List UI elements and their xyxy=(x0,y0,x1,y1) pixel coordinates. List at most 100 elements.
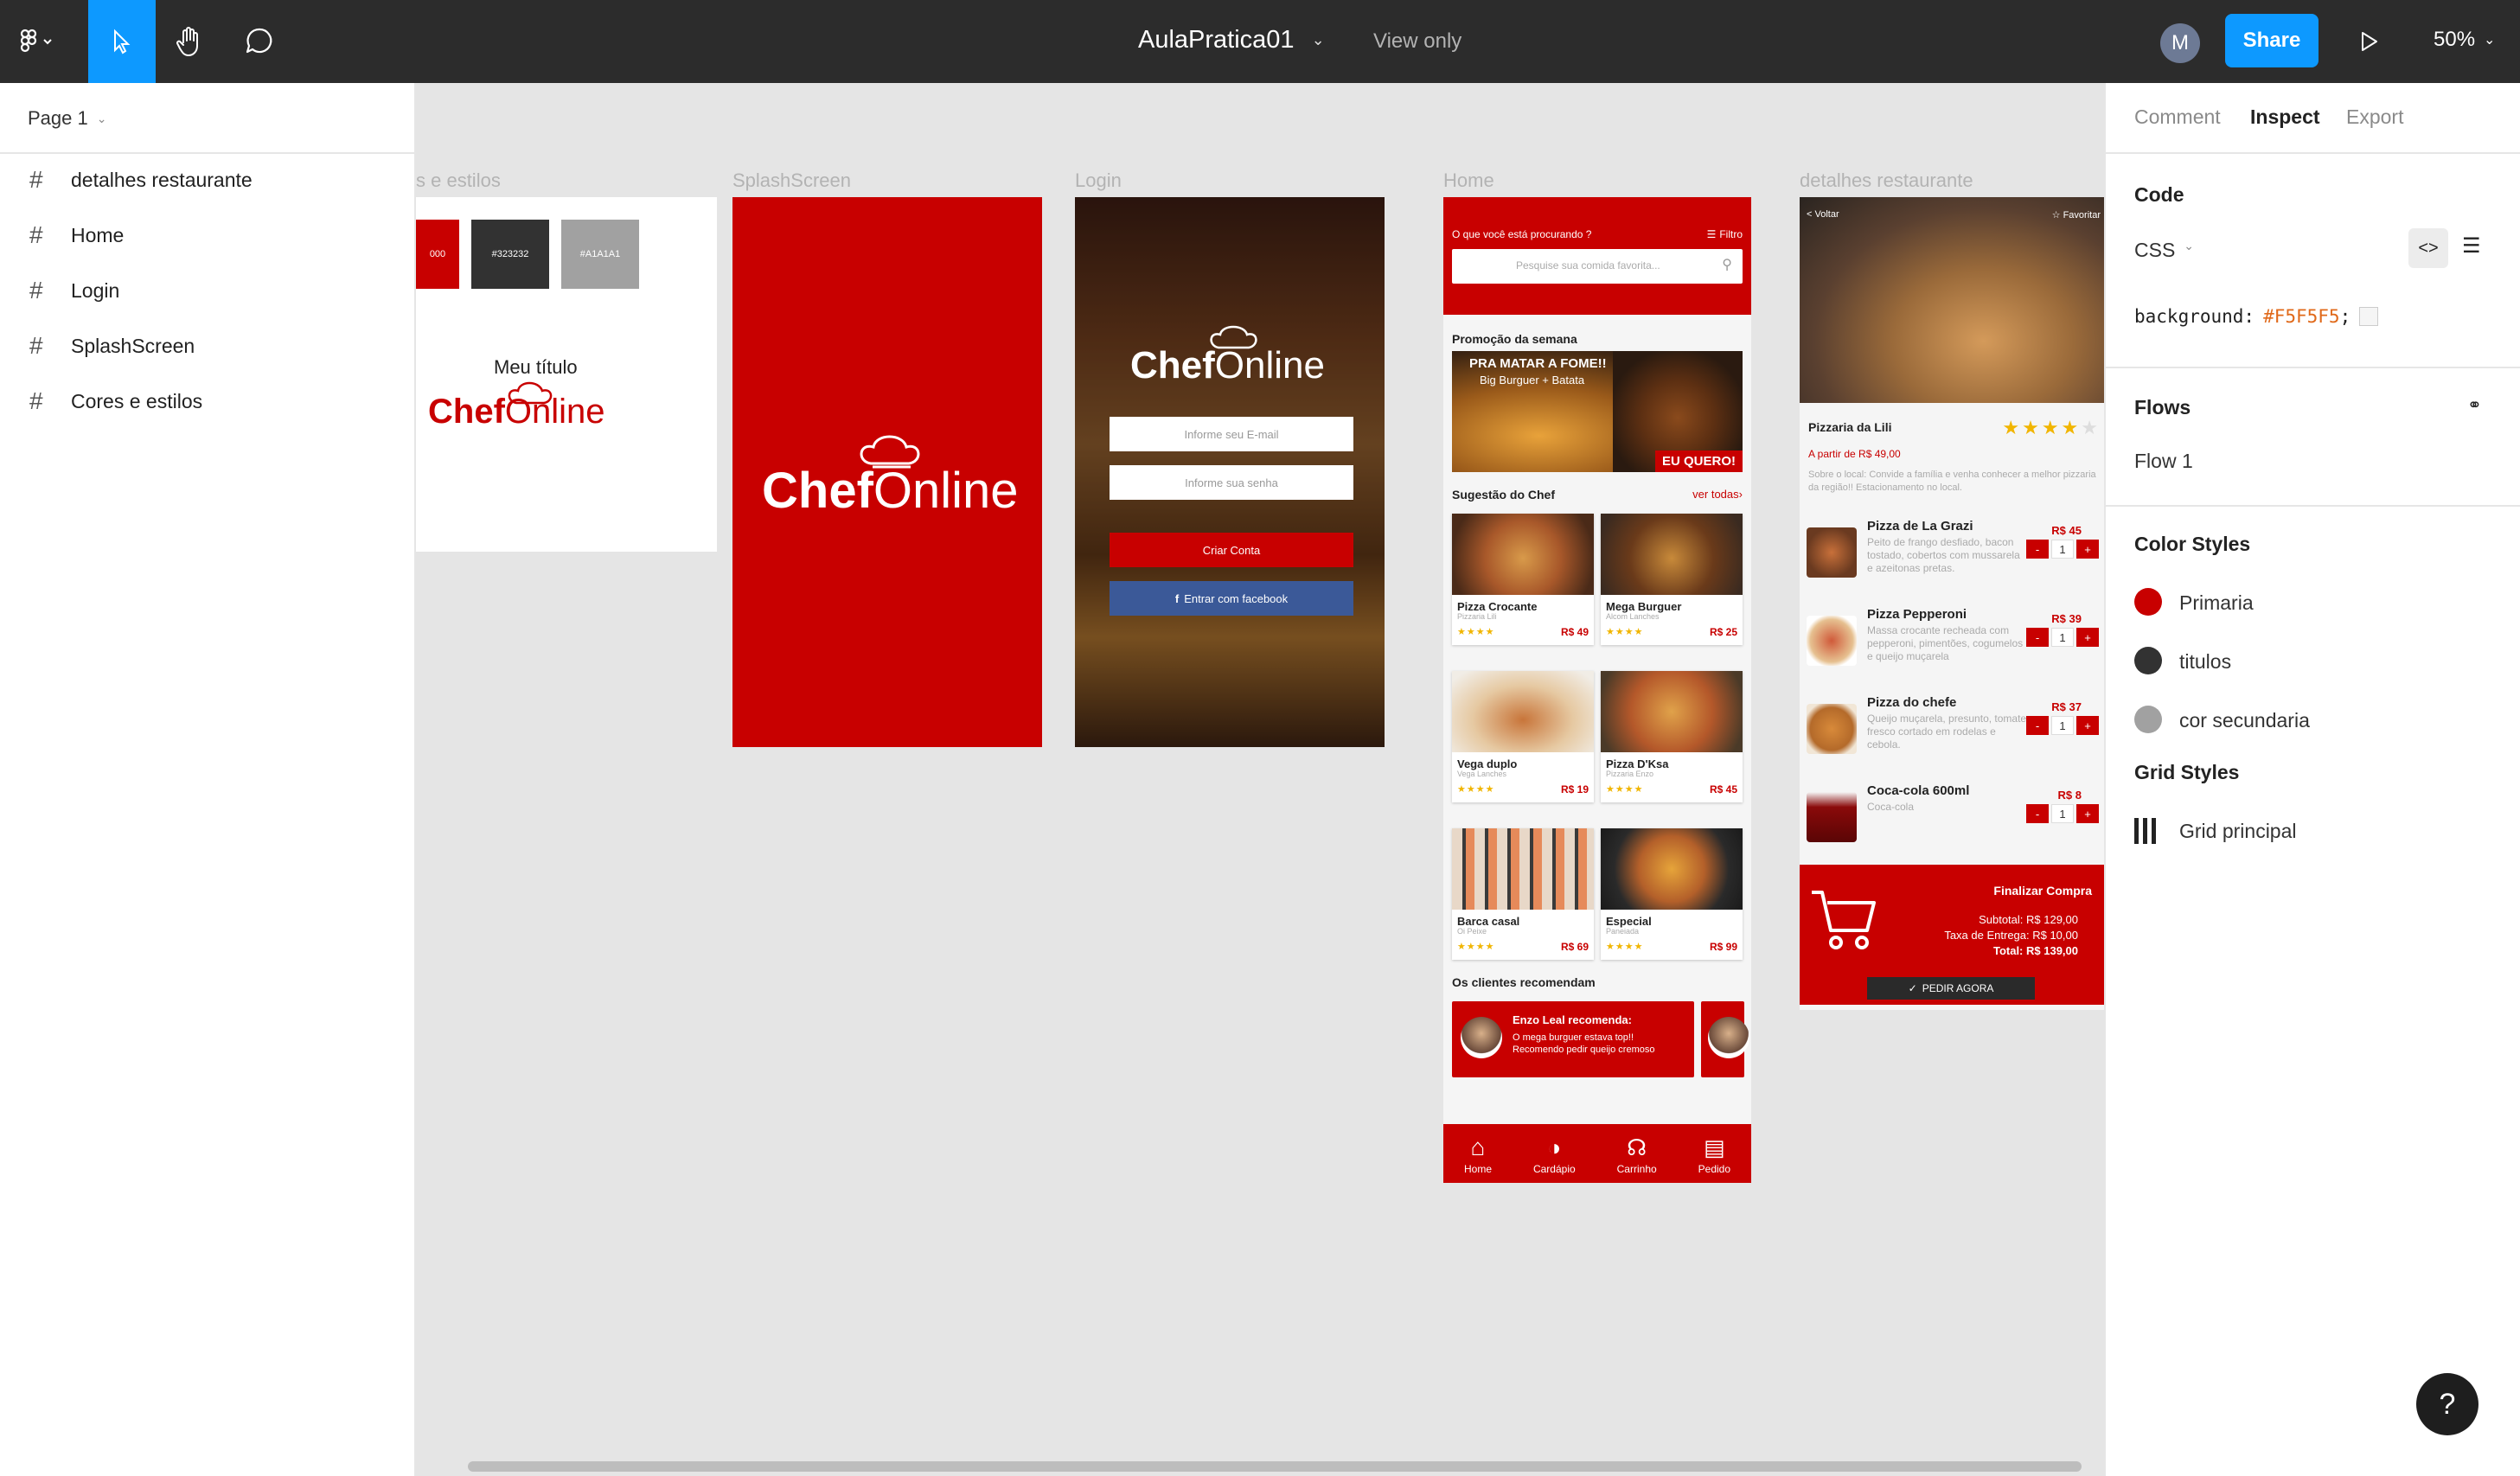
layer-home[interactable]: # Home xyxy=(29,218,124,252)
chefonline-logo: ChefOnline xyxy=(762,462,1019,520)
menu-item[interactable]: Pizza Pepperoni Massa crocante recheada … xyxy=(1807,607,2099,685)
food-card[interactable]: Pizza Crocante Pizzaria Lili ★★★★ R$ 49 xyxy=(1452,514,1594,645)
layer-label: SplashScreen xyxy=(71,334,195,357)
frame-splashscreen[interactable]: ChefOnline xyxy=(732,197,1042,747)
zoom-value: 50% xyxy=(2434,28,2476,51)
recommendation-card[interactable] xyxy=(1701,1001,1749,1077)
horizontal-scrollbar[interactable] xyxy=(468,1461,2082,1472)
checkout-title: Finalizar Compra xyxy=(1993,884,2092,898)
from-price: A partir de R$ 49,00 xyxy=(1808,448,1901,460)
food-card[interactable]: Especial Paneiada ★★★★ R$ 99 xyxy=(1601,828,1743,960)
increment-button[interactable]: + xyxy=(2076,804,2099,823)
menu-item[interactable]: Pizza de La Grazi Peito de frango desfia… xyxy=(1807,519,2099,597)
question-mark-icon: ? xyxy=(2439,1387,2456,1421)
comment-tool-button[interactable] xyxy=(225,0,294,83)
filter-button[interactable]: ☰ Filtro xyxy=(1707,228,1743,240)
password-field[interactable]: Informe sua senha xyxy=(1110,465,1353,500)
promo-cta-button[interactable]: EU QUERO! xyxy=(1654,450,1743,472)
present-button[interactable] xyxy=(2352,24,2387,59)
order-now-button[interactable]: ✓ PEDIR AGORA xyxy=(1867,977,2035,1000)
food-card[interactable]: Barca casal Oi Peixe ★★★★ R$ 69 xyxy=(1452,828,1594,960)
layer-label: detalhes restaurante xyxy=(71,168,253,191)
page-selector[interactable]: Page 1 ⌄ xyxy=(28,107,106,130)
frame-icon: # xyxy=(29,221,43,248)
layer-cores-e-estilos[interactable]: # Cores e estilos xyxy=(29,384,202,419)
file-title-menu[interactable]: AulaPratica01 ⌄ xyxy=(1138,26,1325,54)
increment-button[interactable]: + xyxy=(2076,628,2099,647)
decrement-button[interactable]: - xyxy=(2026,804,2049,823)
frame-label-detalhes: detalhes restaurante xyxy=(1800,169,1973,191)
layer-splashscreen[interactable]: # SplashScreen xyxy=(29,329,195,363)
nav-cardapio[interactable]: ◑ Cardápio xyxy=(1533,1135,1576,1175)
frame-cores-e-estilos[interactable]: 000 #323232 #A1A1A1 Meu título ChefOnlin… xyxy=(416,197,717,552)
color-style-name[interactable]: cor secundaria xyxy=(2179,709,2310,732)
code-view-button[interactable]: <> xyxy=(2408,228,2448,268)
pizza-image xyxy=(1601,671,1743,752)
nav-carrinho[interactable]: ☊ Carrinho xyxy=(1617,1135,1657,1175)
nav-pedido[interactable]: ▤ Pedido xyxy=(1698,1135,1730,1175)
food-card[interactable]: Pizza D'Ksa Pizzaria Enzo ★★★★ R$ 45 xyxy=(1601,671,1743,802)
item-description: Queijo muçarela, presunto, tomate fresco… xyxy=(1867,712,2027,751)
increment-button[interactable]: + xyxy=(2076,540,2099,559)
frame-home[interactable]: O que você está procurando ? ☰ Filtro Pe… xyxy=(1443,197,1751,1183)
decrement-button[interactable]: - xyxy=(2026,716,2049,735)
decrement-button[interactable]: - xyxy=(2026,628,2049,647)
layer-login[interactable]: # Login xyxy=(29,273,119,308)
move-tool-button[interactable] xyxy=(88,0,156,83)
color-styles-heading: Color Styles xyxy=(2134,533,2251,555)
food-card[interactable]: Mega Burguer Alcom Lanches ★★★★ R$ 25 xyxy=(1601,514,1743,645)
top-toolbar: AulaPratica01 ⌄ View only M Share 50% ⌄ xyxy=(0,0,2520,83)
frame-login[interactable]: ChefOnline Informe seu E-mail Informe su… xyxy=(1075,197,1385,747)
help-button[interactable]: ? xyxy=(2416,1373,2478,1435)
see-all-link[interactable]: ver todas› xyxy=(1692,488,1743,501)
share-button[interactable]: Share xyxy=(2225,14,2319,67)
logo-chef: Chef xyxy=(428,393,505,431)
design-canvas[interactable]: s e estilos 000 #323232 #A1A1A1 Meu títu… xyxy=(416,83,2104,1476)
restaurant-name: Alcom Lanches xyxy=(1606,612,1660,621)
chevron-down-icon: ⌄ xyxy=(1311,31,1325,48)
create-account-button[interactable]: Criar Conta xyxy=(1110,533,1353,567)
promo-banner[interactable]: PRA MATAR A FOME!! Big Burguer + Batata … xyxy=(1452,351,1743,472)
chevron-down-icon: ⌄ xyxy=(96,111,107,125)
layer-detalhes-restaurante[interactable]: # detalhes restaurante xyxy=(29,163,253,197)
color-style-name[interactable]: titulos xyxy=(2179,650,2231,674)
hand-tool-button[interactable] xyxy=(156,0,225,83)
back-button[interactable]: < Voltar xyxy=(1807,209,1839,220)
list-view-button[interactable]: ☰ xyxy=(2462,233,2481,259)
swatch-primaria: 000 xyxy=(416,220,459,289)
grid-style-name[interactable]: Grid principal xyxy=(2179,820,2297,843)
user-avatar[interactable]: M xyxy=(2160,23,2200,63)
increment-button[interactable]: + xyxy=(2076,716,2099,735)
home-search-input[interactable]: Pesquise sua comida favorita... ⚲ xyxy=(1452,249,1743,284)
total: Total: R$ 139,00 xyxy=(1992,944,2078,957)
restaurant-name: Paneiada xyxy=(1606,927,1640,936)
email-field[interactable]: Informe seu E-mail xyxy=(1110,417,1353,451)
frame-detalhes-restaurante[interactable]: < Voltar ☆ Favoritar Pizzaria da Lili ★★… xyxy=(1800,197,2104,1010)
recommendation-card[interactable]: Enzo Leal recomenda: O mega burguer esta… xyxy=(1452,1001,1694,1077)
menu-item[interactable]: Coca-cola 600ml Coca-cola R$ 8 - 1 + xyxy=(1807,783,2099,861)
tab-export[interactable]: Export xyxy=(2346,105,2403,129)
chevron-right-icon: › xyxy=(1738,488,1743,501)
facebook-login-button[interactable]: f Entrar com facebook xyxy=(1110,581,1353,616)
hide-flows-button[interactable]: ⚭ xyxy=(2467,394,2482,416)
nav-home[interactable]: ⌂ Home xyxy=(1464,1135,1492,1176)
tab-comment[interactable]: Comment xyxy=(2134,105,2221,129)
tab-inspect[interactable]: Inspect xyxy=(2250,105,2320,129)
food-name: Especial xyxy=(1606,915,1652,928)
stars-filled: ★★★★ xyxy=(2002,417,2082,438)
favorite-button[interactable]: ☆ Favoritar xyxy=(2052,209,2101,220)
color-style-name[interactable]: Primaria xyxy=(2179,591,2254,615)
food-price: R$ 49 xyxy=(1560,626,1589,638)
list-icon: ☰ xyxy=(2462,234,2481,258)
flow-item[interactable]: Flow 1 xyxy=(2134,450,2193,473)
frame-label-splash: SplashScreen xyxy=(732,169,851,191)
food-card[interactable]: Vega duplo Vega Lanches ★★★★ R$ 19 xyxy=(1452,671,1594,802)
figma-menu-button[interactable] xyxy=(0,0,74,83)
menu-item[interactable]: Pizza do chefe Queijo muçarela, presunto… xyxy=(1807,695,2099,773)
decrement-button[interactable]: - xyxy=(2026,540,2049,559)
restaurant-name: Vega Lanches xyxy=(1457,770,1507,778)
see-all-label: ver todas xyxy=(1692,488,1739,501)
zoom-menu[interactable]: 50% ⌄ xyxy=(2434,28,2495,52)
code-language-select[interactable]: CSS ⌄ xyxy=(2134,239,2194,262)
item-description: Peito de frango desfiado, bacon tostado,… xyxy=(1867,536,2020,574)
